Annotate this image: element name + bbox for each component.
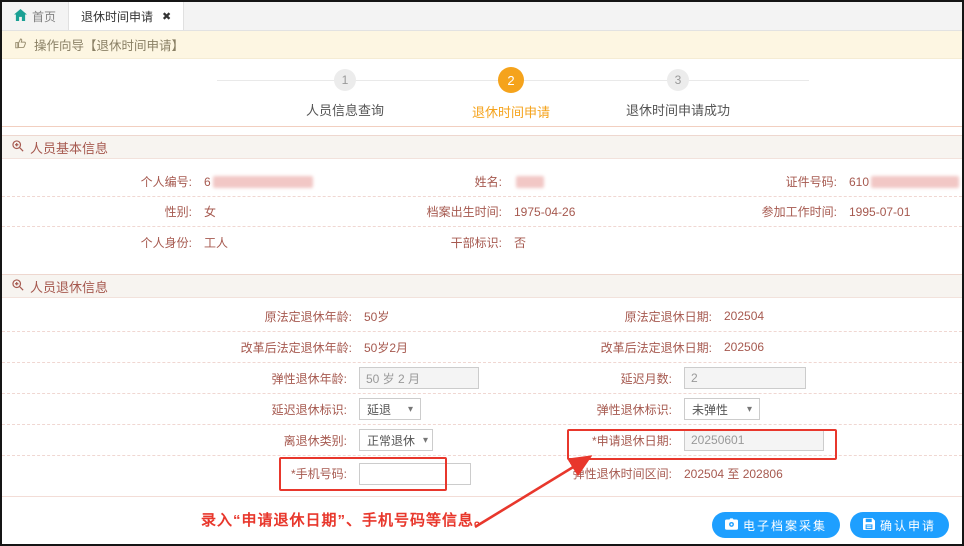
step-1-circle: 1 xyxy=(333,69,356,91)
id-number-label: 证件号码: xyxy=(785,175,837,189)
apply-date-input[interactable] xyxy=(684,429,824,451)
delay-months-input[interactable] xyxy=(684,367,806,389)
retire-info-title: 人员退休信息 xyxy=(30,279,109,295)
delay-months-label: 延迟月数: xyxy=(620,371,672,386)
retire-row-5: 离退休类别: 正常退休 ▾ *申请退休日期: xyxy=(2,425,962,456)
retire-row-3: 弹性退休年龄: 延迟月数: xyxy=(2,363,962,394)
step-3-circle: 3 xyxy=(666,69,689,91)
old-retire-age-value: 50岁 xyxy=(364,309,390,324)
apply-date-label: *申请退休日期: xyxy=(591,433,672,448)
old-retire-date-value: 202504 xyxy=(724,309,765,323)
tab-home-label: 首页 xyxy=(32,9,57,24)
phone-label: *手机号码: xyxy=(290,467,347,481)
tab-home[interactable]: 首页 xyxy=(2,2,70,30)
birth-date-value: 1975-04-26 xyxy=(514,204,576,219)
chevron-down-icon: ▾ xyxy=(423,434,429,446)
tab-close-icon[interactable]: ✖ xyxy=(162,10,171,23)
gender-label: 性别: xyxy=(164,205,192,219)
new-retire-age-value: 50岁2月 xyxy=(364,340,409,355)
annotation-text: 录入“申请退休日期”、手机号码等信息。 xyxy=(201,512,491,529)
work-start-label: 参加工作时间: xyxy=(761,205,837,219)
redaction-block xyxy=(516,176,544,189)
save-icon xyxy=(862,517,875,533)
name-label: 姓名: xyxy=(474,175,502,189)
old-retire-age-label: 原法定退休年龄: xyxy=(264,309,352,324)
step-2-label: 退休时间申请 xyxy=(471,105,551,120)
zoom-in-icon xyxy=(12,278,24,294)
confirm-apply-button[interactable]: 确认申请 xyxy=(849,512,949,538)
phone-input[interactable] xyxy=(359,462,471,485)
chevron-down-icon: ▾ xyxy=(746,403,752,415)
person-no-label: 个人编号: xyxy=(140,175,192,189)
zoom-in-icon xyxy=(12,139,24,155)
app-window: 首页 退休时间申请 ✖ 操作向导【退休时间申请】 1 人员信息查询 2 退休时间… xyxy=(0,0,964,546)
step-3-label: 退休时间申请成功 xyxy=(625,103,731,118)
delay-flag-label: 延迟退休标识: xyxy=(271,402,347,417)
basic-info-title: 人员基本信息 xyxy=(30,140,109,156)
tab-bar: 首页 退休时间申请 ✖ xyxy=(2,2,962,31)
retire-row-2: 改革后法定退休年龄: 50岁2月 改革后法定退休日期: 202506 xyxy=(2,332,962,363)
guide-bar: 操作向导【退休时间申请】 xyxy=(2,31,962,59)
basic-row-1: 个人编号: 6 姓名: 证件号码: 610 xyxy=(2,159,962,197)
footer-actions: 电子档案采集 确认申请 xyxy=(711,512,949,538)
home-icon xyxy=(14,8,27,24)
electronic-archive-button[interactable]: 电子档案采集 xyxy=(711,512,840,538)
stepper: 1 人员信息查询 2 退休时间申请 3 退休时间申请成功 xyxy=(2,59,962,127)
chevron-down-icon: ▾ xyxy=(407,403,413,415)
person-no-value: 6 xyxy=(192,175,342,189)
basic-row-3: 个人身份: 工人 干部标识: 否 xyxy=(2,227,962,257)
step-1-label: 人员信息查询 xyxy=(305,103,385,118)
step-1-person-query: 1 人员信息查询 xyxy=(306,67,384,119)
old-retire-date-label: 原法定退休日期: xyxy=(624,309,712,324)
cadre-flag-label: 干部标识: xyxy=(450,235,502,250)
redaction-block xyxy=(871,176,960,189)
retire-row-4: 延迟退休标识: 延退 ▾ 弹性退休标识: 未弹性 ▾ xyxy=(2,394,962,425)
retire-info-section: 人员退休信息 原法定退休年龄: 50岁 原法定退休日期: 202504 改革后法… xyxy=(2,274,962,497)
confirm-apply-label: 确认申请 xyxy=(879,518,936,533)
new-retire-date-label: 改革后法定退休日期: xyxy=(600,340,712,355)
retire-row-6: *手机号码: 弹性退休时间区间: 202504 至 202806 xyxy=(2,456,962,491)
camera-icon xyxy=(724,517,738,533)
flex-range-label: 弹性退休时间区间: xyxy=(572,467,672,481)
new-retire-date-value: 202506 xyxy=(724,340,765,354)
redaction-block xyxy=(212,176,313,189)
identity-label: 个人身份: xyxy=(140,235,192,250)
step-2-retire-apply: 2 退休时间申请 xyxy=(472,67,550,121)
birth-date-label: 档案出生时间: xyxy=(426,205,502,219)
flex-range-value: 202504 至 202806 xyxy=(684,467,783,481)
flex-flag-label: 弹性退休标识: xyxy=(596,402,672,417)
tab-active-label: 退休时间申请 xyxy=(81,9,154,24)
flex-retire-age-input[interactable] xyxy=(359,367,479,389)
new-retire-age-label: 改革后法定退休年龄: xyxy=(240,340,352,355)
identity-value: 工人 xyxy=(204,235,229,250)
retire-info-header: 人员退休信息 xyxy=(2,274,962,298)
flex-retire-age-label: 弹性退休年龄: xyxy=(271,371,347,386)
gender-value: 女 xyxy=(204,205,217,219)
step-3-success: 3 退休时间申请成功 xyxy=(626,67,730,119)
delay-flag-select[interactable]: 延退 ▾ xyxy=(359,398,421,420)
thumb-up-icon xyxy=(14,36,28,53)
step-2-circle: 2 xyxy=(497,67,524,93)
basic-row-2: 性别: 女 档案出生时间: 1975-04-26 参加工作时间: 1995-07… xyxy=(2,197,962,227)
guide-text: 操作向导【退休时间申请】 xyxy=(34,39,185,53)
retire-category-select[interactable]: 正常退休 ▾ xyxy=(359,429,433,451)
cadre-flag-value: 否 xyxy=(514,235,527,250)
electronic-archive-label: 电子档案采集 xyxy=(742,518,827,533)
basic-info-section: 人员基本信息 个人编号: 6 姓名: 证件号码: 610 性别: 女 档案出生时… xyxy=(2,135,962,257)
tab-retirement-application[interactable]: 退休时间申请 ✖ xyxy=(69,2,185,30)
id-number-value: 610 xyxy=(837,175,962,189)
retire-row-1: 原法定退休年龄: 50岁 原法定退休日期: 202504 xyxy=(2,298,962,332)
work-start-value: 1995-07-01 xyxy=(849,204,911,219)
flex-flag-select[interactable]: 未弹性 ▾ xyxy=(684,398,760,420)
retire-category-label: 离退休类别: xyxy=(283,433,347,448)
name-value xyxy=(502,175,652,189)
basic-info-header: 人员基本信息 xyxy=(2,135,962,159)
